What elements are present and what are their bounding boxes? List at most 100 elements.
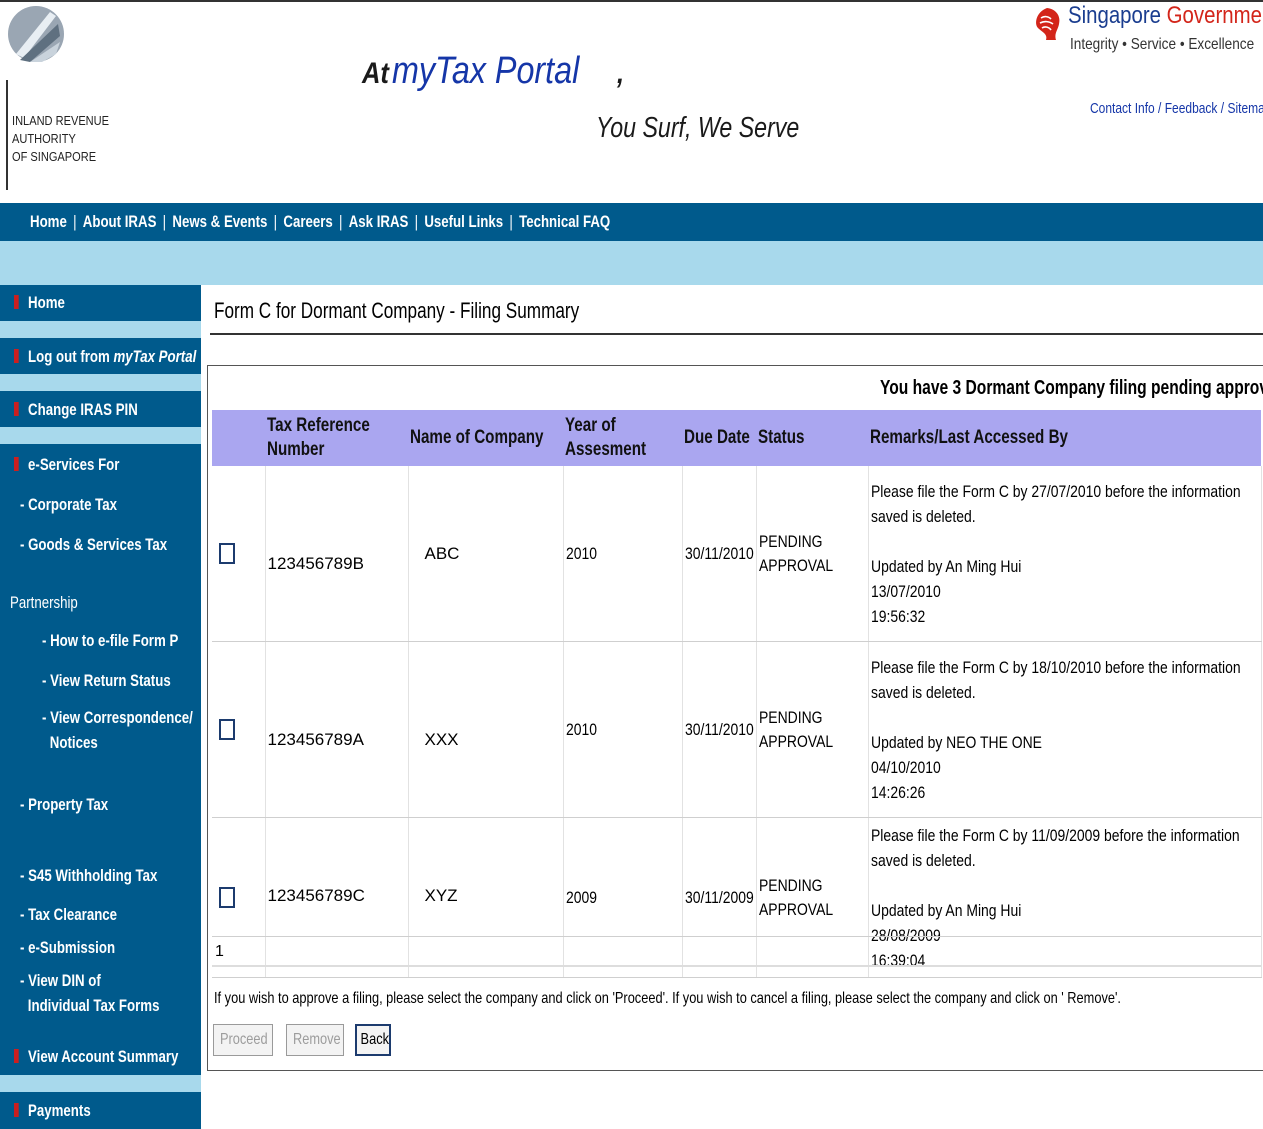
logo-line: AUTHORITY [12, 131, 76, 146]
util-separator: / [1217, 100, 1228, 117]
column-header-status: Status [756, 410, 868, 466]
sidebar-item-label: Payments [28, 1101, 91, 1120]
nav-ask-iras[interactable]: Ask IRAS [349, 212, 409, 231]
sidebar-item-tax-clearance[interactable]: - Tax Clearance [20, 902, 117, 927]
page-number-link[interactable]: 1 [215, 943, 224, 961]
sidebar-item-view-account-summary[interactable]: View Account Summary [14, 1047, 178, 1067]
portal-slogan: You Surf, We Serve [596, 112, 800, 144]
nav-separator: | [73, 212, 77, 231]
remove-button[interactable]: Remove [286, 1024, 344, 1056]
sidebar-item-how-to-efile[interactable]: - How to e-file Form P [42, 628, 178, 653]
nav-separator: | [339, 212, 343, 231]
due-date-cell: 30/11/2010 [682, 641, 757, 818]
bullet-icon [14, 1049, 19, 1063]
year-value: 2009 [565, 887, 597, 907]
row-select-checkbox[interactable] [219, 887, 235, 908]
header-text: Assesment [565, 439, 647, 460]
column-header-select [212, 410, 265, 466]
table-row: 123456789B ABC 2010 30/11/2010 PENDING AP… [212, 466, 1262, 642]
sidebar-divider [0, 374, 201, 391]
sub-navigation-bar [0, 241, 1263, 285]
bullet-icon [14, 402, 19, 416]
back-button[interactable]: Back [355, 1024, 391, 1056]
status-value: PENDING [758, 531, 823, 551]
sidebar-item-view-return-status[interactable]: - View Return Status [42, 668, 171, 693]
sidebar-item-view-din[interactable]: - View DIN of Individual Tax Forms [20, 968, 159, 1018]
sidebar-group-partnership: Partnership [10, 593, 78, 612]
gov-title-a: Singapore [1068, 2, 1167, 29]
tax-ref-value: 123456789A [267, 729, 364, 749]
header-text: Tax Reference [267, 415, 370, 436]
portal-title-brand: myTax Portal [392, 50, 580, 92]
util-separator: / [1154, 100, 1165, 117]
sidebar-item-property-tax[interactable]: - Property Tax [20, 792, 108, 817]
header-text: Number [267, 439, 325, 460]
sidebar-item-label: View Account Summary [28, 1047, 179, 1066]
iras-logo-icon[interactable] [6, 2, 66, 97]
singapore-government-title: Singapore Government [1068, 2, 1263, 30]
nav-technical-faq[interactable]: Technical FAQ [519, 212, 610, 231]
status-value: APPROVAL [758, 555, 833, 575]
row-select-checkbox[interactable] [219, 543, 235, 564]
title-divider [210, 333, 1263, 335]
top-nav-items: Home | About IRAS | News & Events | Careers | As… [30, 212, 610, 232]
tax-ref-value: 123456789C [267, 885, 365, 905]
portal-title-suffix: , [616, 57, 624, 90]
updated-by: Updated by An Ming Hui [870, 900, 1021, 920]
remark-line: Please file the Form C by 11/09/2009 bef… [870, 825, 1240, 845]
proceed-button[interactable]: Proceed [213, 1024, 273, 1056]
logo-line: OF SINGAPORE [12, 149, 97, 164]
column-header-tax-ref: Tax Reference Number [265, 410, 408, 466]
sidebar-item-logout[interactable]: Log out from myTax Portal [14, 347, 196, 367]
sidebar-item-view-correspondence[interactable]: - View Correspondence/ Notices [42, 705, 193, 755]
pending-approval-message: You have 3 Dormant Company filing pendin… [880, 377, 1263, 399]
utility-links: Contact Info / Feedback / Sitemap [1090, 100, 1263, 117]
due-date-value: 30/11/2010 [684, 719, 754, 739]
help-text: If you wish to approve a filing, please … [214, 990, 1121, 1007]
sidebar-item-payments[interactable]: Payments [14, 1101, 91, 1121]
year-value: 2010 [565, 719, 597, 739]
sidebar-item-s45-withholding[interactable]: - S45 Withholding Tax [20, 863, 157, 888]
tax-ref-cell: 123456789B [265, 466, 409, 642]
sidebar-item-corporate-tax[interactable]: - Corporate Tax [20, 492, 117, 517]
sidebar-item-esubmission[interactable]: - e-Submission [20, 935, 115, 960]
nav-about-iras[interactable]: About IRAS [83, 212, 157, 231]
nav-useful-links[interactable]: Useful Links [424, 212, 503, 231]
table-header-row: Tax Reference Number Name of Company Year… [212, 410, 1261, 466]
contact-info-link[interactable]: Contact Info [1090, 100, 1155, 117]
sidebar-item-home[interactable]: Home [14, 293, 65, 313]
remarks-cell: Please file the Form C by 18/10/2010 bef… [868, 641, 1262, 818]
company-value: XYZ [424, 885, 458, 905]
nav-careers[interactable]: Careers [283, 212, 332, 231]
bullet-icon [14, 457, 19, 471]
sidebar-item-label: Home [28, 293, 65, 312]
updated-date: 04/10/2010 [870, 757, 941, 777]
page-title: Form C for Dormant Company - Filing Summ… [214, 298, 580, 323]
sidebar-item-gst[interactable]: - Goods & Services Tax [20, 532, 167, 557]
feedback-link[interactable]: Feedback [1165, 100, 1218, 117]
nav-news-events[interactable]: News & Events [172, 212, 267, 231]
sidebar-item-label: - View DIN of [20, 971, 101, 990]
header-text: Status [758, 427, 805, 448]
updated-by: Updated by NEO THE ONE [870, 732, 1042, 752]
sidebar: Home Log out from myTax Portal Change IR… [0, 285, 201, 1129]
header-text: Due Date [684, 427, 750, 448]
sidebar-item-label: Individual Tax Forms [27, 996, 160, 1015]
header-text: Name of Company [410, 427, 544, 448]
sidebar-item-label-brand: myTax Portal [113, 347, 197, 366]
filing-table: Tax Reference Number Name of Company Year… [212, 410, 1262, 978]
sidebar-item-change-pin[interactable]: Change IRAS PIN [14, 400, 138, 420]
status-value: APPROVAL [758, 899, 833, 919]
sitemap-link[interactable]: Sitemap [1227, 100, 1263, 117]
company-value: XXX [424, 729, 459, 749]
logo-line: INLAND REVENUE [12, 113, 110, 128]
updated-time: 19:56:32 [870, 606, 925, 626]
site-header: INLAND REVENUE AUTHORITY OF SINGAPORE At… [0, 0, 1263, 200]
row-select-checkbox[interactable] [219, 719, 235, 740]
sidebar-divider [0, 321, 201, 338]
column-header-year: Year of Assesment [563, 410, 682, 466]
nav-home[interactable]: Home [30, 212, 67, 231]
nav-separator: | [509, 212, 513, 231]
year-cell: 2010 [563, 641, 683, 818]
remark-line: saved is deleted. [870, 850, 976, 870]
